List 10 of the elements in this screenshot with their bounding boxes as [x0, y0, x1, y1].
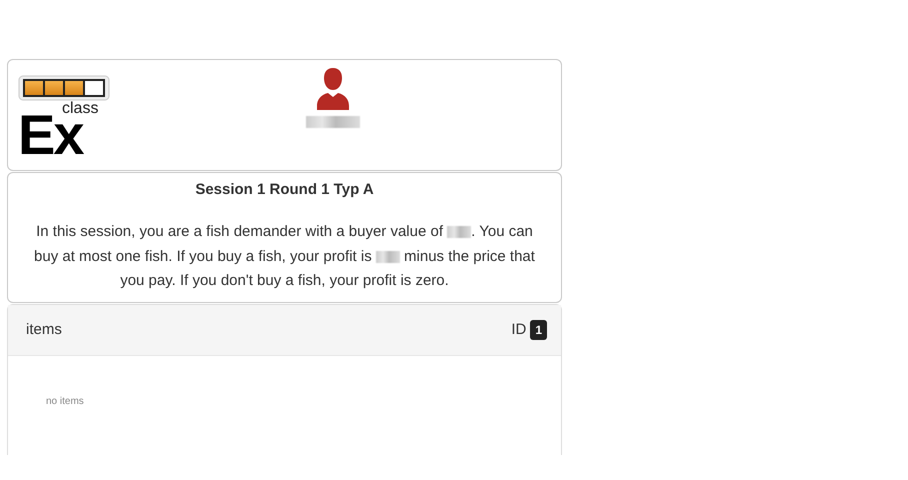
user-icon — [314, 66, 352, 112]
empty-message: no items — [45, 394, 85, 406]
redaction-mark — [306, 116, 360, 128]
session-description: In this session, you are a fish demander with a buyer value of . You can buy at most one fish. If you buy a fish, your profit is minus the price that you pay. If you don't buy a fish, your profit is zero. — [33, 222, 536, 291]
id-badge: 1 — [530, 320, 547, 340]
session-title: Session 1 Round 1 Typ A — [194, 181, 375, 198]
panel-title: items — [26, 321, 62, 338]
id-label: ID — [511, 321, 526, 338]
redaction-mark — [376, 250, 400, 263]
redaction-mark — [447, 226, 472, 238]
